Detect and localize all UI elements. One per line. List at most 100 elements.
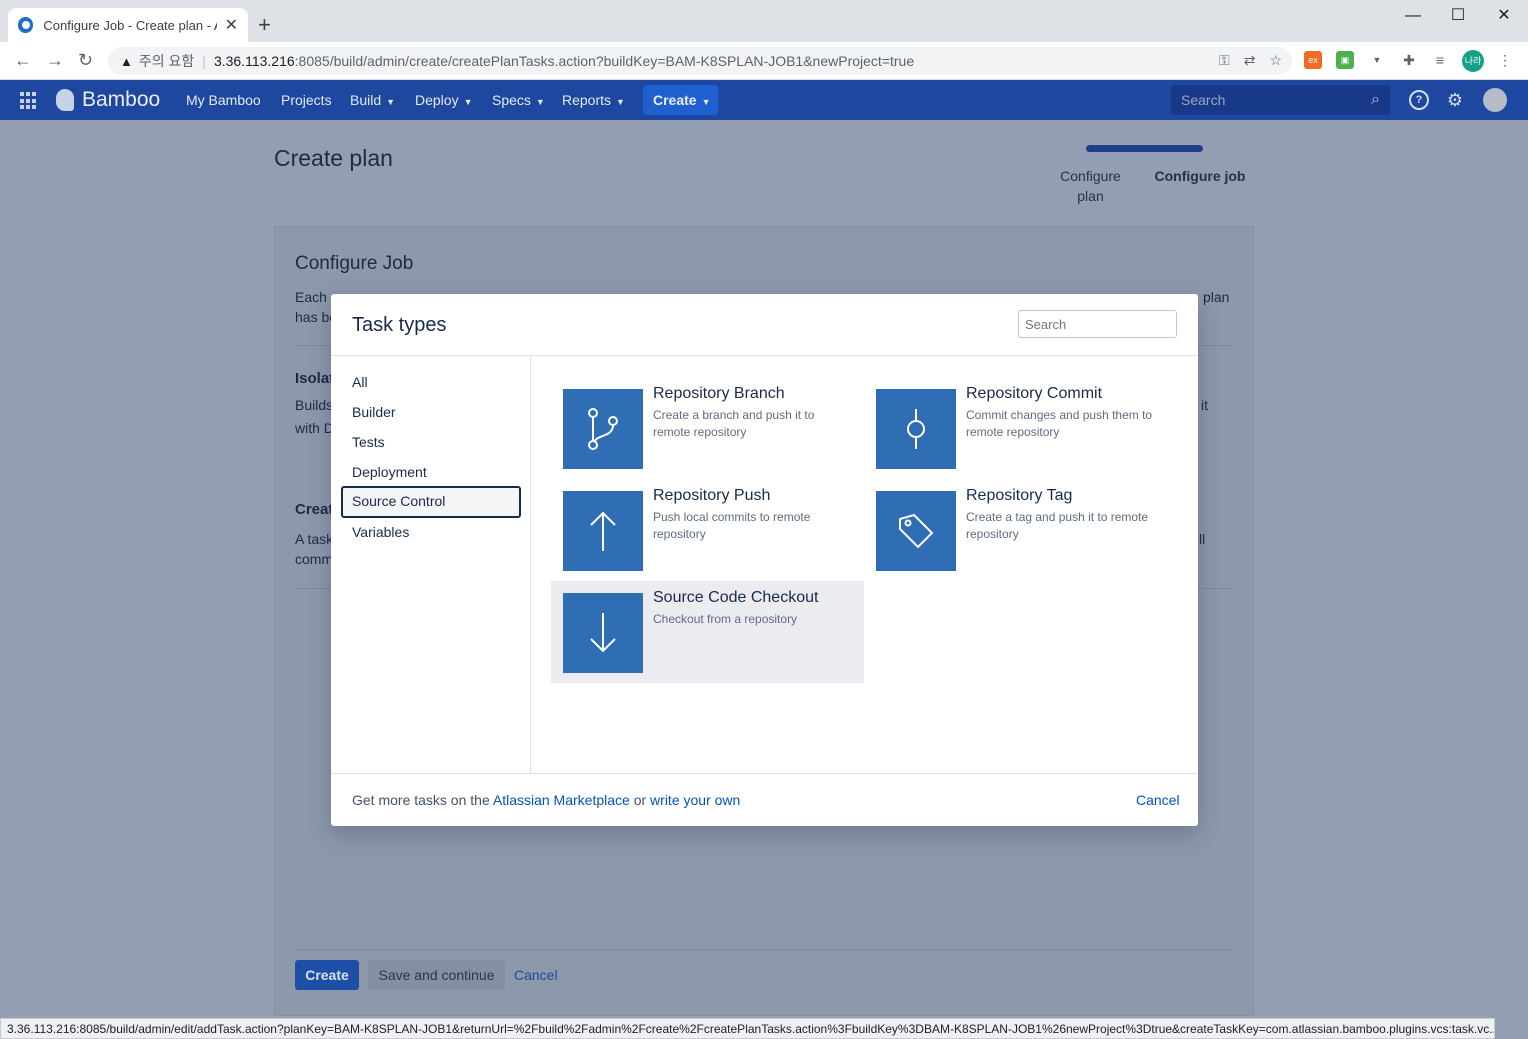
category-source-control[interactable]: Source Control bbox=[341, 486, 521, 518]
isolation-text-end: it bbox=[1201, 397, 1208, 413]
header-search-input[interactable]: Search ⌕ bbox=[1171, 85, 1390, 115]
tab-title: Configure Job - Create plan - A bbox=[43, 17, 217, 33]
intro-text-end: plan bbox=[1203, 289, 1230, 305]
puzzle-icon[interactable]: ✚ bbox=[1400, 51, 1418, 69]
chevron-down-icon: ▼ bbox=[463, 97, 473, 107]
browser-tab[interactable]: Configure Job - Create plan - A ✕ bbox=[8, 8, 248, 42]
user-avatar[interactable] bbox=[1483, 88, 1507, 112]
create-tasks-heading: Creat bbox=[295, 501, 334, 518]
warning-icon[interactable]: ▲ bbox=[120, 54, 133, 69]
gear-icon[interactable]: ⚙ bbox=[1445, 90, 1465, 110]
dialog-cancel-link[interactable]: Cancel bbox=[1136, 792, 1180, 808]
divider bbox=[295, 949, 1233, 950]
chevron-down-icon: ▼ bbox=[535, 97, 545, 107]
cancel-link[interactable]: Cancel bbox=[514, 967, 558, 983]
key-icon[interactable]: ⚿ bbox=[1219, 52, 1230, 69]
task-name: Repository Tag bbox=[966, 487, 1073, 504]
omnibox-icons: ⚿ ⇄ ☆ bbox=[1219, 52, 1282, 69]
extension-icon[interactable]: ▣ bbox=[1336, 51, 1354, 69]
close-tab-icon[interactable]: ✕ bbox=[225, 15, 238, 35]
nav-reports[interactable]: Reports ▼ bbox=[562, 92, 625, 108]
atlassian-marketplace-link[interactable]: Atlassian Marketplace bbox=[493, 792, 630, 808]
footer-or: or bbox=[633, 792, 647, 808]
reload-icon[interactable]: ↻ bbox=[78, 50, 93, 71]
menu-icon[interactable]: ⋮ bbox=[1496, 51, 1514, 69]
bamboo-logo[interactable]: Bamboo bbox=[56, 88, 160, 112]
create-tasks-text-2: comm bbox=[295, 551, 334, 567]
tag-icon bbox=[876, 491, 956, 571]
vue-extension-icon[interactable]: ▼ bbox=[1368, 51, 1386, 69]
task-name: Repository Branch bbox=[653, 385, 785, 402]
status-bar-url: 3.36.113.216:8085/build/admin/edit/addTa… bbox=[0, 1018, 1495, 1039]
arrow-up-icon bbox=[563, 491, 643, 571]
url-host: 3.36.113.216 bbox=[213, 53, 295, 69]
nav-specs[interactable]: Specs ▼ bbox=[492, 92, 545, 108]
arrow-down-icon bbox=[563, 593, 643, 673]
dialog-title: Task types bbox=[352, 314, 447, 336]
wizard-progress-bar bbox=[1086, 145, 1203, 152]
star-icon[interactable]: ☆ bbox=[1269, 52, 1282, 69]
task-name: Repository Commit bbox=[966, 385, 1103, 402]
nav-projects[interactable]: Projects bbox=[281, 92, 332, 108]
category-all[interactable]: All bbox=[341, 367, 521, 399]
nav-my-bamboo[interactable]: My Bamboo bbox=[186, 92, 261, 108]
category-deployment[interactable]: Deployment bbox=[341, 457, 521, 489]
step-configure-job: Configure job bbox=[1154, 168, 1246, 184]
help-icon[interactable]: ? bbox=[1409, 90, 1429, 110]
divider bbox=[530, 356, 531, 773]
footer-prefix: Get more tasks on the bbox=[352, 792, 490, 808]
task-source-code-checkout[interactable]: Source Code Checkout Checkout from a rep… bbox=[551, 581, 864, 683]
close-window-icon[interactable]: ✕ bbox=[1481, 4, 1527, 28]
bamboo-header: Bamboo My Bamboo Projects Build ▼ Deploy ▼… bbox=[0, 80, 1528, 120]
category-variables[interactable]: Variables bbox=[341, 517, 521, 549]
url-separator: | bbox=[202, 53, 206, 69]
task-name: Repository Push bbox=[653, 487, 771, 504]
commit-icon bbox=[876, 389, 956, 469]
media-icon[interactable]: ≡ bbox=[1431, 51, 1449, 69]
task-search-input[interactable] bbox=[1018, 310, 1177, 338]
write-your-own-link[interactable]: write your own bbox=[650, 792, 740, 808]
extension-icon[interactable]: ex bbox=[1304, 51, 1322, 69]
new-tab-icon[interactable]: + bbox=[258, 12, 271, 38]
isolation-text: Builds bbox=[295, 397, 334, 413]
security-warning[interactable]: 주의 요함 bbox=[139, 51, 194, 71]
isolation-text-2: with D bbox=[295, 420, 334, 436]
task-desc: Checkout from a repository bbox=[653, 612, 798, 626]
task-repository-branch[interactable]: Repository Branch Create a branch and pu… bbox=[551, 377, 864, 479]
branch-icon bbox=[563, 389, 643, 469]
maximize-icon[interactable]: ☐ bbox=[1435, 4, 1481, 28]
address-bar[interactable]: ▲ 주의 요함 | 3.36.113.216 :8085/build/admin… bbox=[108, 47, 1292, 75]
task-repository-commit[interactable]: Repository Commit Commit changes and pus… bbox=[864, 377, 1177, 479]
chevron-down-icon: ▼ bbox=[386, 97, 396, 107]
nav-build[interactable]: Build ▼ bbox=[350, 92, 395, 108]
task-types-dialog: Task types All Builder Tests Deployment … bbox=[331, 294, 1198, 826]
isolation-heading: Isolat bbox=[295, 370, 335, 387]
page-title: Create plan bbox=[274, 145, 393, 171]
nav-deploy[interactable]: Deploy ▼ bbox=[415, 92, 473, 108]
translate-icon[interactable]: ⇄ bbox=[1244, 52, 1256, 69]
url-path: :8085/build/admin/create/createPlanTasks… bbox=[294, 53, 915, 69]
browser-tabstrip: Configure Job - Create plan - A ✕ + — ☐ … bbox=[0, 0, 1528, 42]
task-repository-push[interactable]: Repository Push Push local commits to re… bbox=[551, 479, 864, 581]
task-desc: Create a tag and push it to remote repos… bbox=[966, 510, 1149, 541]
category-builder[interactable]: Builder bbox=[341, 397, 521, 429]
minimize-icon[interactable]: — bbox=[1390, 4, 1436, 28]
task-desc: Push local commits to remote repository bbox=[653, 510, 811, 541]
back-icon[interactable]: ← bbox=[14, 50, 32, 71]
create-button[interactable]: Create bbox=[295, 960, 359, 990]
browser-toolbar: ← → ↻ ▲ 주의 요함 | 3.36.113.216 :8085/build… bbox=[0, 42, 1528, 80]
create-tasks-text-end: ll bbox=[1199, 531, 1206, 547]
chevron-down-icon: ▼ bbox=[701, 97, 711, 107]
profile-avatar[interactable]: 나라 bbox=[1462, 50, 1484, 72]
section-title: Configure Job bbox=[295, 253, 414, 274]
create-menu-button[interactable]: Create ▼ bbox=[643, 85, 718, 115]
category-tests[interactable]: Tests bbox=[341, 427, 521, 459]
task-name: Source Code Checkout bbox=[653, 589, 819, 606]
forward-icon[interactable]: → bbox=[46, 50, 64, 71]
search-icon: ⌕ bbox=[1371, 91, 1380, 108]
task-repository-tag[interactable]: Repository Tag Create a tag and push it … bbox=[864, 479, 1177, 581]
save-and-continue-button[interactable]: Save and continue bbox=[368, 960, 505, 990]
dialog-footer-text: Get more tasks on the Atlassian Marketpl… bbox=[352, 792, 740, 808]
create-tasks-text: A task bbox=[295, 531, 334, 547]
app-switcher-icon[interactable] bbox=[20, 92, 38, 110]
